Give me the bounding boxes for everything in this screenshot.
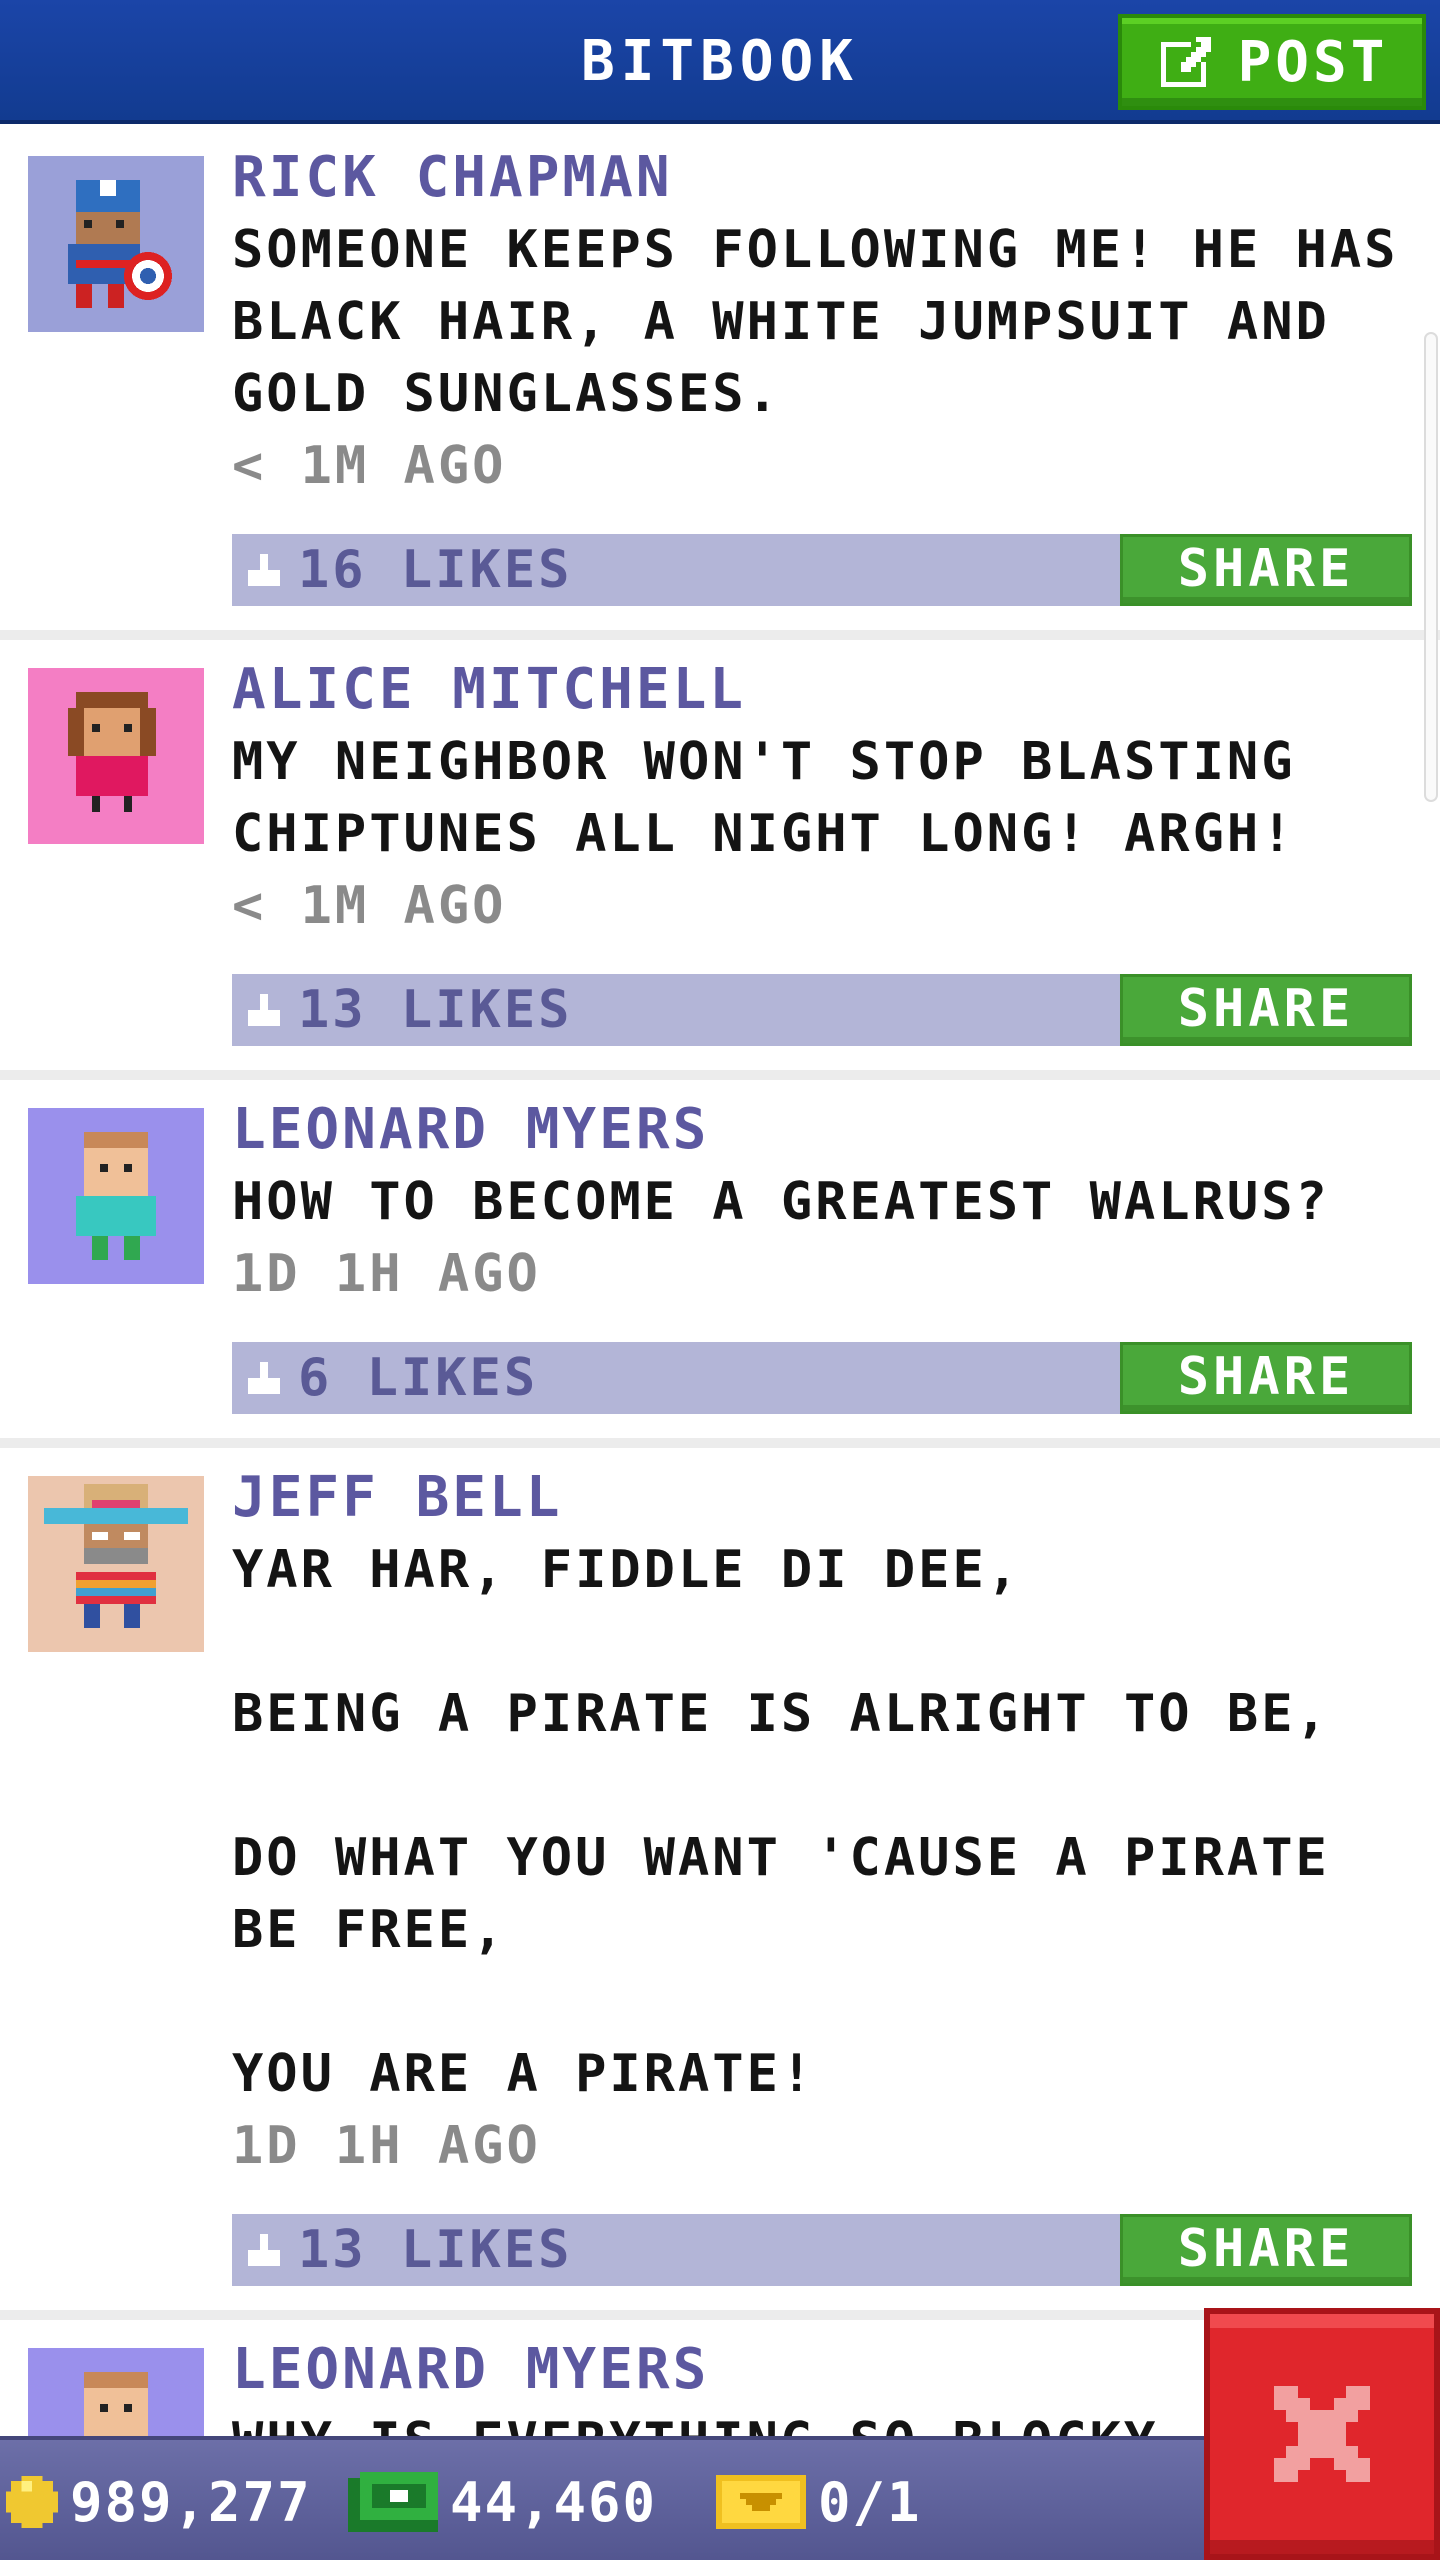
- post-message: MY NEIGHBOR WON'T STOP BLASTING CHIPTUNE…: [232, 732, 1296, 864]
- like-button[interactable]: 13 LIKES: [244, 974, 572, 1046]
- post-action-bar: 6 LIKES SHARE: [232, 1342, 1412, 1414]
- coin-count: 989,277: [70, 2470, 312, 2534]
- boy-avatar-icon: [76, 1132, 156, 1260]
- post-button[interactable]: POST: [1118, 14, 1426, 110]
- scrollbar[interactable]: [1424, 332, 1438, 802]
- post-timestamp: < 1M AGO: [232, 436, 507, 496]
- girl-avatar-icon: [68, 692, 156, 812]
- share-button[interactable]: SHARE: [1120, 2214, 1412, 2286]
- thumbs-up-icon: [248, 994, 280, 1026]
- ticket-icon: [716, 2475, 806, 2529]
- post-message: SOMEONE KEEPS FOLLOWING ME! HE HAS BLACK…: [232, 220, 1399, 424]
- ticket-balance: 0/1: [716, 2440, 922, 2560]
- post-action-bar: 16 LIKES SHARE: [232, 534, 1412, 606]
- like-button[interactable]: 16 LIKES: [244, 534, 572, 606]
- like-count: 13 LIKES: [298, 2220, 573, 2280]
- ticket-count: 0/1: [818, 2470, 922, 2534]
- post-content: JEFF BELL YAR HAR, FIDDLE DI DEE, BEING …: [232, 1448, 1412, 2286]
- thumbs-up-icon: [248, 1362, 280, 1394]
- cash-count: 44,460: [450, 2470, 658, 2534]
- post-author[interactable]: RICK CHAPMAN: [232, 142, 1410, 214]
- share-button[interactable]: SHARE: [1120, 974, 1412, 1046]
- cash-icon: [348, 2472, 438, 2532]
- coin-icon: [6, 2476, 58, 2528]
- coin-balance: 989,277: [6, 2440, 312, 2560]
- like-button[interactable]: 13 LIKES: [244, 2214, 572, 2286]
- like-count: 13 LIKES: [298, 980, 573, 1040]
- feed-post: RICK CHAPMAN SOMEONE KEEPS FOLLOWING ME!…: [0, 128, 1440, 640]
- share-button[interactable]: SHARE: [1120, 1342, 1412, 1414]
- post-author[interactable]: ALICE MITCHELL: [232, 654, 1410, 726]
- close-icon: [1274, 2386, 1370, 2482]
- post-timestamp: < 1M AGO: [232, 876, 507, 936]
- sombrero-avatar-icon: [44, 1484, 188, 1628]
- captain-avatar-icon: [68, 180, 172, 308]
- post-timestamp: 1D 1H AGO: [232, 1244, 541, 1304]
- post-content: LEONARD MYERS HOW TO BECOME A GREATEST W…: [232, 1080, 1412, 1414]
- thumbs-up-icon: [248, 2234, 280, 2266]
- feed-post: JEFF BELL YAR HAR, FIDDLE DI DEE, BEING …: [0, 1448, 1440, 2320]
- like-button[interactable]: 6 LIKES: [244, 1342, 538, 1414]
- post-timestamp: 1D 1H AGO: [232, 2116, 541, 2176]
- post-content: ALICE MITCHELL MY NEIGHBOR WON'T STOP BL…: [232, 640, 1412, 1046]
- share-button[interactable]: SHARE: [1120, 534, 1412, 606]
- post-action-bar: 13 LIKES SHARE: [232, 974, 1412, 1046]
- post-author[interactable]: LEONARD MYERS: [232, 1094, 1410, 1166]
- post-author[interactable]: JEFF BELL: [232, 1462, 1410, 1534]
- feed-post: LEONARD MYERS HOW TO BECOME A GREATEST W…: [0, 1080, 1440, 1448]
- feed-post: ALICE MITCHELL MY NEIGHBOR WON'T STOP BL…: [0, 640, 1440, 1080]
- news-feed: RICK CHAPMAN SOMEONE KEEPS FOLLOWING ME!…: [0, 128, 1440, 2524]
- avatar[interactable]: [28, 668, 204, 844]
- cash-balance: 44,460: [348, 2440, 657, 2560]
- post-content: RICK CHAPMAN SOMEONE KEEPS FOLLOWING ME!…: [232, 128, 1412, 606]
- avatar[interactable]: [28, 1108, 204, 1284]
- like-count: 16 LIKES: [298, 540, 573, 600]
- close-button[interactable]: [1204, 2308, 1440, 2560]
- avatar[interactable]: [28, 1476, 204, 1652]
- compose-icon: [1160, 37, 1211, 87]
- post-action-bar: 13 LIKES SHARE: [232, 2214, 1412, 2286]
- like-count: 6 LIKES: [298, 1348, 539, 1408]
- thumbs-up-icon: [248, 554, 280, 586]
- post-message: HOW TO BECOME A GREATEST WALRUS?: [232, 1172, 1330, 1232]
- avatar[interactable]: [28, 156, 204, 332]
- post-message: YAR HAR, FIDDLE DI DEE, BEING A PIRATE I…: [232, 1540, 1330, 2104]
- post-button-label: POST: [1237, 29, 1389, 95]
- app-header: BITBOOK POST: [0, 0, 1440, 124]
